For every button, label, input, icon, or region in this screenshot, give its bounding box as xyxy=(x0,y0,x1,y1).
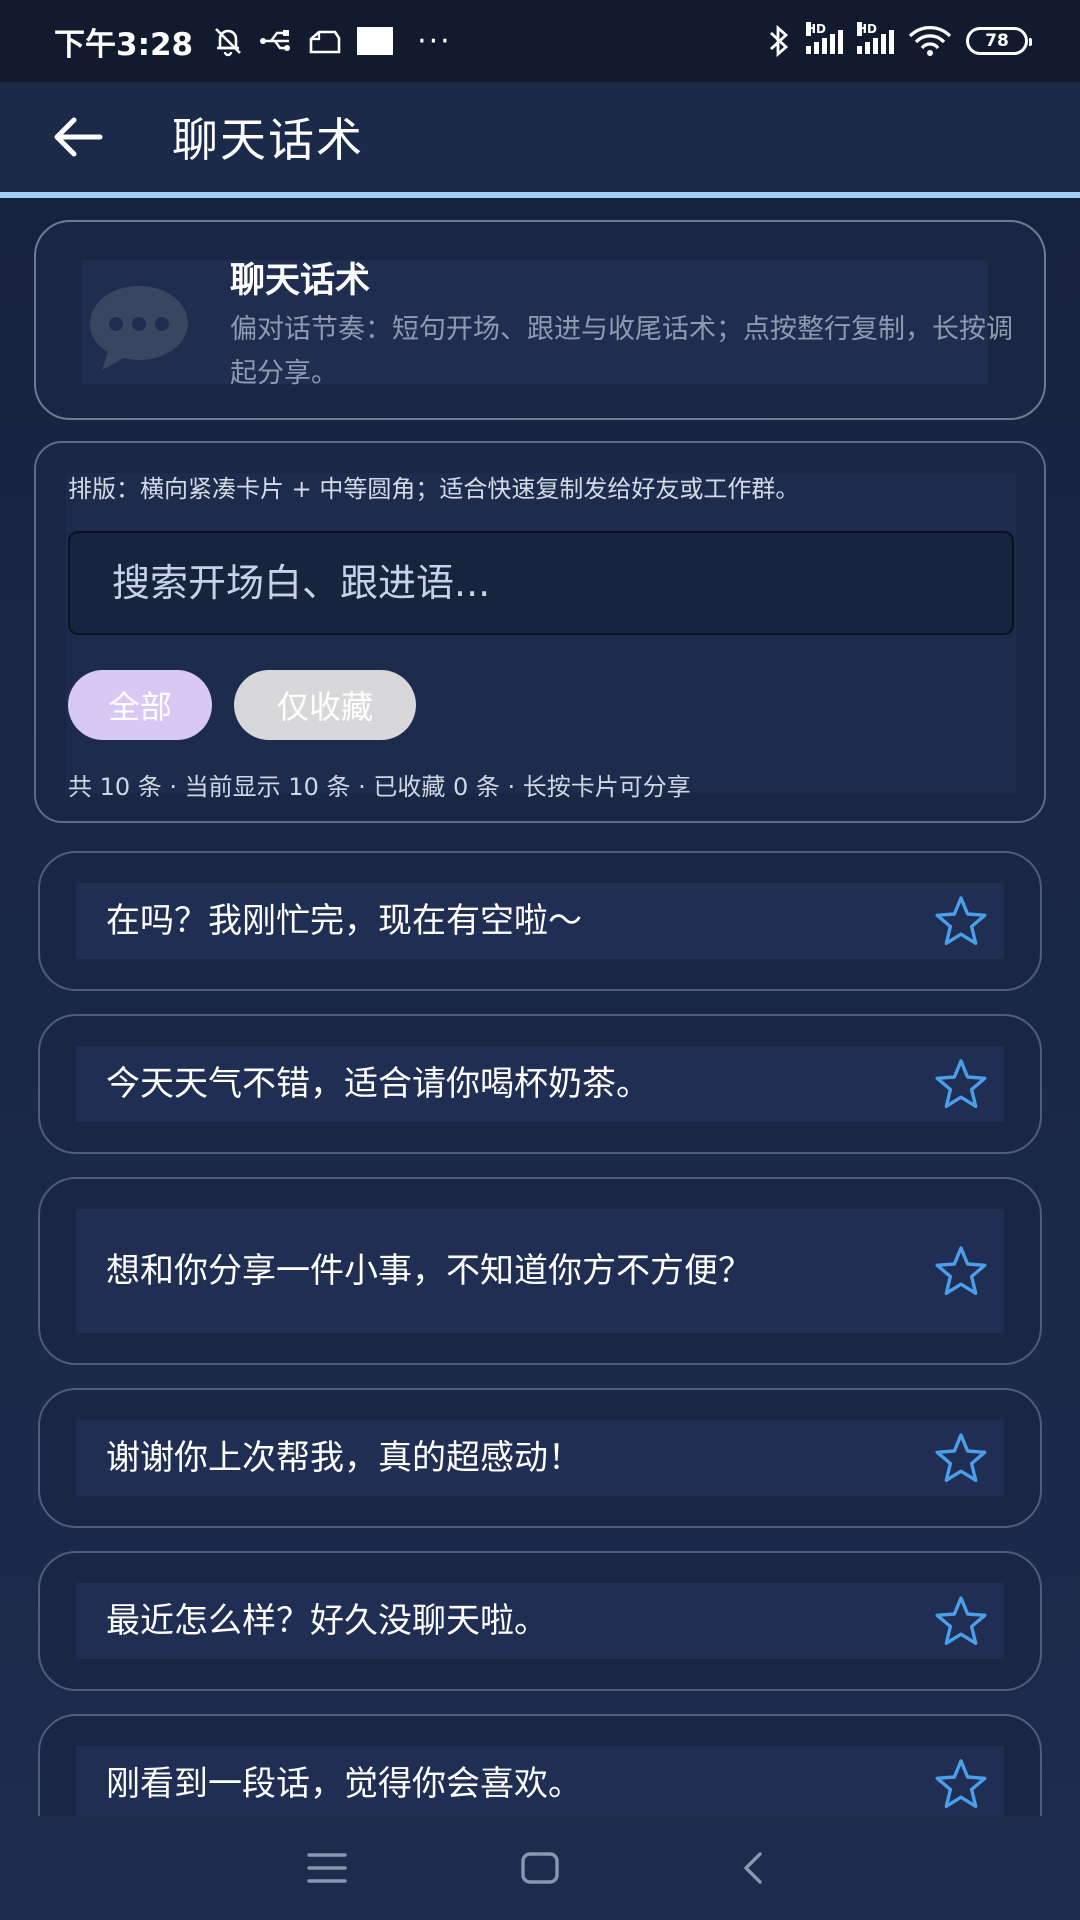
search-input[interactable] xyxy=(68,531,1014,635)
cloud-icon xyxy=(309,30,341,54)
signal-icon: HD xyxy=(806,22,843,54)
phrase-card[interactable]: 谢谢你上次帮我，真的超感动！ xyxy=(38,1388,1042,1528)
phrase-text: 在吗？我刚忙完，现在有空啦～ xyxy=(106,901,582,941)
filter-chip-label: 仅收藏 xyxy=(276,688,373,726)
back-icon xyxy=(744,1852,763,1884)
hd-label: HD xyxy=(806,22,827,36)
status-time: 下午3:28 xyxy=(54,26,194,63)
phrase-card[interactable]: 在吗？我刚忙完，现在有空啦～ xyxy=(38,851,1042,991)
bluetooth-icon xyxy=(770,24,789,58)
nav-menu-button[interactable] xyxy=(287,1828,367,1908)
page-title: 聊天话术 xyxy=(172,113,364,167)
phrase-text: 刚看到一段话，觉得你会喜欢。 xyxy=(106,1764,582,1804)
menu-icon xyxy=(306,1853,347,1883)
battery-icon: 78 xyxy=(966,27,1032,55)
signal-icon-2: HD xyxy=(857,22,894,54)
stats-text: 共 10 条 · 当前显示 10 条 · 已收藏 0 条 · 长按卡片可分享 xyxy=(68,773,691,801)
filter-chip-favorites[interactable]: 仅收藏 xyxy=(234,670,416,740)
mute-bell-icon xyxy=(215,28,242,57)
wifi-icon xyxy=(908,26,952,56)
nav-home-button[interactable] xyxy=(500,1828,580,1908)
phrase-card[interactable]: 想和你分享一件小事，不知道你方不方便？ xyxy=(38,1177,1042,1365)
header-description: 偏对话节奏：短句开场、跟进与收尾话术；点按整行复制，长按调起分享。 xyxy=(230,314,1013,389)
hd-label-2: HD xyxy=(857,22,878,36)
status-square xyxy=(357,27,394,55)
nav-back-button[interactable] xyxy=(713,1828,793,1908)
star-icon[interactable] xyxy=(934,1432,988,1484)
phrase-card[interactable]: 今天天气不错，适合请你喝杯奶茶。 xyxy=(38,1014,1042,1154)
phrase-text: 谢谢你上次帮我，真的超感动！ xyxy=(106,1438,582,1478)
status-bar: 下午3:28 ··· HD HD 78 xyxy=(0,0,1080,82)
star-icon[interactable] xyxy=(934,1595,988,1647)
controls-card: 排版：横向紧凑卡片 + 中等圆角；适合快速复制发给好友或工作群。 全部 仅收藏 … xyxy=(34,441,1046,823)
battery-level: 78 xyxy=(985,31,1009,51)
star-icon[interactable] xyxy=(934,1058,988,1110)
chat-bubble-icon xyxy=(90,286,188,370)
phrase-card[interactable]: 最近怎么样？好久没聊天啦。 xyxy=(38,1551,1042,1691)
layout-note: 排版：横向紧凑卡片 + 中等圆角；适合快速复制发给好友或工作群。 xyxy=(68,475,800,503)
phrase-text: 想和你分享一件小事，不知道你方不方便？ xyxy=(106,1251,752,1291)
star-icon[interactable] xyxy=(934,1758,988,1810)
usb-icon xyxy=(260,30,291,51)
arrow-left-icon xyxy=(54,117,103,157)
header-title: 聊天话术 xyxy=(230,261,371,301)
filter-chip-all[interactable]: 全部 xyxy=(68,670,212,740)
header-card: 聊天话术 偏对话节奏：短句开场、跟进与收尾话术；点按整行复制，长按调起分享。 xyxy=(34,220,1046,420)
phrase-list[interactable]: 在吗？我刚忙完，现在有空啦～ 今天天气不错，适合请你喝杯奶茶。 想和你分享一件小… xyxy=(0,846,1080,1816)
phrase-text: 最近怎么样？好久没聊天啦。 xyxy=(106,1601,548,1641)
star-icon[interactable] xyxy=(934,1245,988,1297)
phrase-card[interactable]: 刚看到一段话，觉得你会喜欢。 xyxy=(38,1714,1042,1816)
status-more: ··· xyxy=(417,23,452,59)
app-bar: 聊天话术 xyxy=(0,82,1080,198)
phrase-text: 今天天气不错，适合请你喝杯奶茶。 xyxy=(106,1064,650,1104)
status-left: 下午3:28 ··· xyxy=(54,19,452,64)
navigation-bar xyxy=(0,1816,1080,1920)
home-icon xyxy=(521,1852,559,1884)
status-right: HD HD 78 xyxy=(766,22,1032,59)
filter-chip-label: 全部 xyxy=(107,688,172,726)
back-button[interactable] xyxy=(42,101,114,173)
star-icon[interactable] xyxy=(934,895,988,947)
